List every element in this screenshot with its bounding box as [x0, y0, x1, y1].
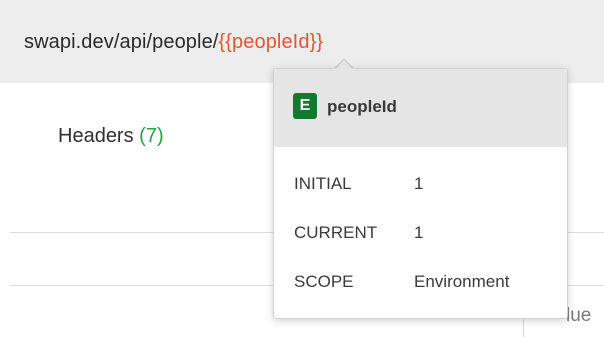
row-key: CURRENT: [294, 223, 378, 242]
row-key: SCOPE: [294, 272, 354, 291]
tab-headers-count: (7): [139, 125, 164, 147]
row-value: 1: [414, 174, 424, 193]
tooltip-header: E peopleId: [274, 69, 567, 147]
tooltip-arrow-fill: [335, 60, 353, 70]
tab-headers-label: Headers: [58, 125, 134, 147]
variable-name: peopleId: [327, 97, 397, 116]
tooltip-row-current: CURRENT 1: [294, 221, 554, 245]
url-variable[interactable]: {{peopleId}}: [218, 31, 323, 53]
environment-badge-icon: E: [293, 93, 317, 119]
url-input[interactable]: swapi.dev/api/people/{{peopleId}}: [24, 28, 323, 56]
request-editor: swapi.dev/api/people/{{peopleId}} Header…: [0, 0, 604, 337]
row-value: 1: [414, 223, 424, 242]
url-base: swapi.dev/api/people/: [24, 31, 219, 53]
value-column-header: lue: [566, 305, 592, 326]
variable-tooltip: E peopleId INITIAL 1 CURRENT 1 SCOPE Env…: [273, 68, 568, 319]
row-key: INITIAL: [294, 174, 352, 193]
tab-headers[interactable]: Headers (7): [58, 122, 164, 150]
row-value: Environment: [414, 272, 510, 291]
tooltip-row-initial: INITIAL 1: [294, 172, 554, 196]
tooltip-row-scope: SCOPE Environment: [294, 270, 554, 294]
